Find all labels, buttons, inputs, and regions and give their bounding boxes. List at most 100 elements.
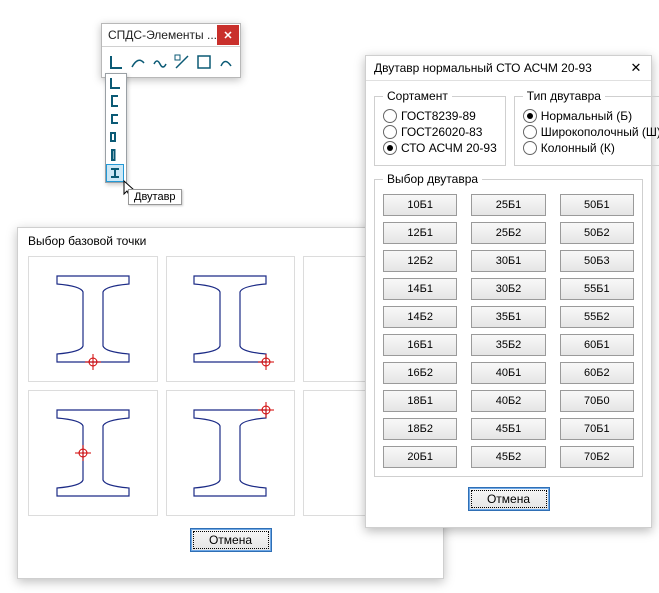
type-option[interactable]: Колонный (К) xyxy=(523,141,659,155)
profile-rect-item[interactable] xyxy=(106,128,124,146)
toolbar-titlebar[interactable]: СПДС-Элементы ... ✕ xyxy=(102,24,240,47)
size-button[interactable]: 20Б1 xyxy=(383,446,457,468)
profile-channel-item[interactable] xyxy=(106,92,124,110)
profile-tube-item[interactable] xyxy=(106,146,124,164)
curve-icon[interactable] xyxy=(128,52,148,72)
cancel-button-label: Отмена xyxy=(487,492,530,506)
size-button[interactable]: 18Б1 xyxy=(383,390,457,412)
size-button-label: 35Б2 xyxy=(496,339,522,351)
size-button[interactable]: 40Б2 xyxy=(471,390,545,412)
size-button-label: 40Б1 xyxy=(496,367,522,379)
size-button[interactable]: 25Б1 xyxy=(471,194,545,216)
cancel-button[interactable]: Отмена xyxy=(468,487,550,511)
size-button-label: 25Б2 xyxy=(496,227,522,239)
size-button-label: 40Б2 xyxy=(496,395,522,407)
radio-icon xyxy=(523,109,537,123)
cut-icon[interactable] xyxy=(172,52,192,72)
size-button[interactable]: 10Б1 xyxy=(383,194,457,216)
size-button[interactable]: 70Б2 xyxy=(560,446,634,468)
sortament-option[interactable]: ГОСТ26020-83 xyxy=(383,125,497,139)
size-button[interactable]: 60Б1 xyxy=(560,334,634,356)
size-button[interactable]: 35Б2 xyxy=(471,334,545,356)
size-group: Выбор двутавра 10Б1 25Б1 50Б1 12Б1 25Б2 50Б2 1… xyxy=(374,172,643,477)
size-button[interactable]: 18Б2 xyxy=(383,418,457,440)
size-button-label: 12Б2 xyxy=(407,255,433,267)
ibeam-dialog-title: Двутавр нормальный СТО АСЧМ 20-93 xyxy=(374,61,621,75)
profile-ibeam-item[interactable] xyxy=(106,164,124,182)
size-button-label: 60Б1 xyxy=(584,339,610,351)
size-button[interactable]: 70Б1 xyxy=(560,418,634,440)
size-button-label: 50Б2 xyxy=(584,227,610,239)
size-button-label: 18Б1 xyxy=(407,395,433,407)
cancel-button-label: Отмена xyxy=(209,533,252,547)
size-button-label: 45Б2 xyxy=(496,451,522,463)
join-icon[interactable] xyxy=(216,52,236,72)
size-button[interactable]: 12Б2 xyxy=(383,250,457,272)
profile-cee-item[interactable] xyxy=(106,110,124,128)
type-group: Тип двутавра Нормальный (Б)Широкополочны… xyxy=(514,89,659,166)
size-legend: Выбор двутавра xyxy=(383,172,482,186)
size-button[interactable]: 12Б1 xyxy=(383,222,457,244)
ibeam-dialog-titlebar[interactable]: Двутавр нормальный СТО АСЧМ 20-93 ✕ xyxy=(366,56,651,81)
size-button[interactable]: 25Б2 xyxy=(471,222,545,244)
size-button[interactable]: 45Б2 xyxy=(471,446,545,468)
size-button-label: 20Б1 xyxy=(407,451,433,463)
tooltip: Двутавр xyxy=(128,189,182,205)
size-button[interactable]: 16Б2 xyxy=(383,362,457,384)
type-option[interactable]: Широкополочный (Ш) xyxy=(523,125,659,139)
size-button-label: 45Б1 xyxy=(496,423,522,435)
sortament-option[interactable]: СТО АСЧМ 20-93 xyxy=(383,141,497,155)
base-point-option-bottom-center[interactable] xyxy=(28,256,158,382)
size-button-label: 50Б3 xyxy=(584,255,610,267)
size-button[interactable]: 50Б1 xyxy=(560,194,634,216)
size-button[interactable]: 70Б0 xyxy=(560,390,634,412)
radio-label: ГОСТ26020-83 xyxy=(401,125,482,139)
radio-label: Колонный (К) xyxy=(541,141,615,155)
radio-icon xyxy=(383,141,397,155)
sortament-option[interactable]: ГОСТ8239-89 xyxy=(383,109,497,123)
size-button[interactable]: 60Б2 xyxy=(560,362,634,384)
profile-dropdown xyxy=(105,73,127,183)
size-button-label: 30Б1 xyxy=(496,255,522,267)
size-button-label: 25Б1 xyxy=(496,199,522,211)
radio-icon xyxy=(383,109,397,123)
size-button[interactable]: 14Б1 xyxy=(383,278,457,300)
size-button[interactable]: 40Б1 xyxy=(471,362,545,384)
radio-label: СТО АСЧМ 20-93 xyxy=(401,141,497,155)
base-point-option-top-right[interactable] xyxy=(166,390,296,516)
base-point-option-center[interactable] xyxy=(28,390,158,516)
size-button-label: 60Б2 xyxy=(584,367,610,379)
profile-angle-item[interactable] xyxy=(106,74,124,92)
size-button[interactable]: 50Б3 xyxy=(560,250,634,272)
size-button-label: 14Б2 xyxy=(407,311,433,323)
size-button[interactable]: 50Б2 xyxy=(560,222,634,244)
base-point-option-bottom-right[interactable] xyxy=(166,256,296,382)
cancel-button[interactable]: Отмена xyxy=(190,528,272,552)
size-button[interactable]: 16Б1 xyxy=(383,334,457,356)
size-button-label: 14Б1 xyxy=(407,283,433,295)
toolbar-title: СПДС-Элементы ... xyxy=(102,28,216,42)
wave-icon[interactable] xyxy=(150,52,170,72)
close-icon[interactable]: ✕ xyxy=(621,56,651,80)
size-button[interactable]: 45Б1 xyxy=(471,418,545,440)
size-button[interactable]: 55Б1 xyxy=(560,278,634,300)
size-button-label: 16Б1 xyxy=(407,339,433,351)
size-button-label: 70Б1 xyxy=(584,423,610,435)
type-option[interactable]: Нормальный (Б) xyxy=(523,109,659,123)
size-button-label: 70Б0 xyxy=(584,395,610,407)
profile-angle-icon[interactable] xyxy=(106,52,126,72)
size-button[interactable]: 30Б1 xyxy=(471,250,545,272)
size-button-label: 35Б1 xyxy=(496,311,522,323)
size-button[interactable]: 14Б2 xyxy=(383,306,457,328)
sortament-legend: Сортамент xyxy=(383,89,452,103)
rect-icon[interactable] xyxy=(194,52,214,72)
size-button-label: 70Б2 xyxy=(584,451,610,463)
tooltip-text: Двутавр xyxy=(134,191,176,203)
size-button[interactable]: 35Б1 xyxy=(471,306,545,328)
radio-label: Широкополочный (Ш) xyxy=(541,125,659,139)
size-button[interactable]: 55Б2 xyxy=(560,306,634,328)
toolbar-window: СПДС-Элементы ... ✕ xyxy=(101,23,241,78)
size-button[interactable]: 30Б2 xyxy=(471,278,545,300)
close-icon[interactable]: ✕ xyxy=(217,25,239,45)
size-button-label: 50Б1 xyxy=(584,199,610,211)
